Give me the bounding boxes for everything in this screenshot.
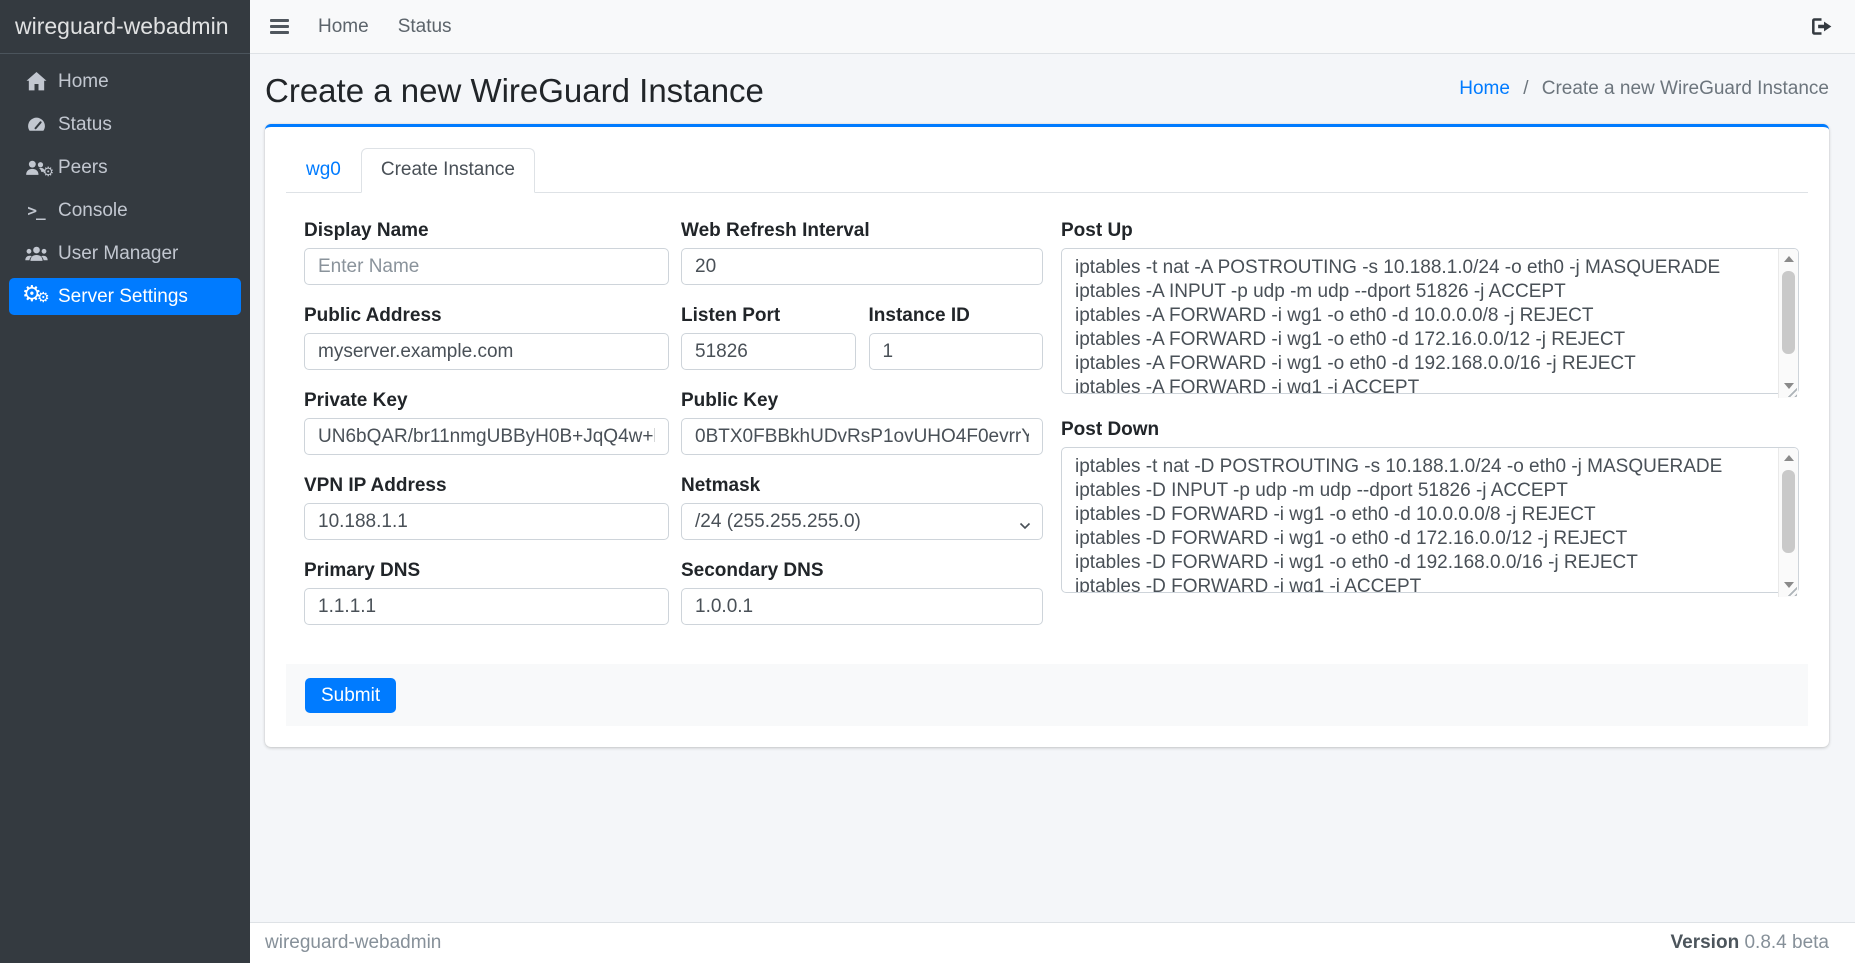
private-key-input[interactable] <box>304 418 669 455</box>
sidebar-item-peers[interactable]: ⚙ Peers <box>9 149 241 186</box>
content-header: Create a new WireGuard Instance Home / C… <box>265 71 1829 111</box>
post-down-scrollbar[interactable] <box>1778 448 1798 597</box>
breadcrumb-home-link[interactable]: Home <box>1459 78 1510 99</box>
top-navbar: Home Status <box>250 0 1855 54</box>
public-address-label: Public Address <box>304 304 669 327</box>
post-down-label: Post Down <box>1061 418 1799 441</box>
cogs-icon: ⚙⚙ <box>17 284 55 310</box>
page-footer: wireguard-webadmin Version 0.8.4 beta <box>250 922 1855 963</box>
netmask-select[interactable]: /24 (255.255.255.0) <box>681 503 1043 540</box>
listen-port-input[interactable] <box>681 333 856 370</box>
sidebar-item-label: Console <box>58 200 128 222</box>
form-column-1: Display Name Public Address Private Key … <box>304 219 669 644</box>
sidebar-item-label: Server Settings <box>58 286 188 308</box>
netmask-label: Netmask <box>681 474 1043 497</box>
sidebar-item-home[interactable]: Home <box>9 63 241 100</box>
gear-glyph: ⚙ <box>42 164 54 180</box>
sidebar-item-server-settings[interactable]: ⚙⚙ Server Settings <box>9 278 241 315</box>
breadcrumb-separator: / <box>1523 78 1528 99</box>
primary-dns-label: Primary DNS <box>304 559 669 582</box>
public-key-label: Public Key <box>681 389 1043 412</box>
terminal-icon: >_ <box>17 201 55 220</box>
scroll-down-icon <box>1784 383 1794 389</box>
scrollbar-thumb <box>1782 470 1795 553</box>
display-name-input[interactable] <box>304 248 669 285</box>
users-icon <box>17 245 55 262</box>
sign-out-icon[interactable] <box>1811 17 1832 36</box>
post-down-textarea[interactable]: iptables -t nat -D POSTROUTING -s 10.188… <box>1061 447 1799 593</box>
form-footer: Submit <box>286 664 1808 726</box>
post-up-scrollbar[interactable] <box>1778 249 1798 398</box>
gauge-icon <box>17 114 55 135</box>
footer-brand: wireguard-webadmin <box>265 932 441 954</box>
post-up-textarea[interactable]: iptables -t nat -A POSTROUTING -s 10.188… <box>1061 248 1799 394</box>
public-key-input[interactable] <box>681 418 1043 455</box>
sidebar-item-label: User Manager <box>58 243 178 265</box>
web-refresh-interval-label: Web Refresh Interval <box>681 219 1043 242</box>
brand-link[interactable]: wireguard-webadmin <box>0 0 250 54</box>
instance-card: wg0 Create Instance Display Name Public … <box>265 124 1829 747</box>
public-address-input[interactable] <box>304 333 669 370</box>
hamburger-icon[interactable] <box>270 19 289 34</box>
scrollbar-thumb <box>1782 271 1795 354</box>
sidebar-menu: Home Status ⚙ Peers >_ Console User M <box>0 54 250 330</box>
web-refresh-interval-input[interactable] <box>681 248 1043 285</box>
instance-form: Display Name Public Address Private Key … <box>286 193 1808 644</box>
instance-id-input[interactable] <box>869 333 1044 370</box>
breadcrumb-current: Create a new WireGuard Instance <box>1542 78 1829 99</box>
users-gear-icon: ⚙ <box>17 159 55 176</box>
instance-id-label: Instance ID <box>869 304 1044 327</box>
topnav-link-home[interactable]: Home <box>318 16 369 38</box>
main-content: Create a new WireGuard Instance Home / C… <box>250 54 1855 922</box>
sidebar-item-label: Peers <box>58 157 108 179</box>
page-title: Create a new WireGuard Instance <box>265 71 764 111</box>
display-name-label: Display Name <box>304 219 669 242</box>
breadcrumb: Home / Create a new WireGuard Instance <box>1459 75 1829 102</box>
sidebar-item-label: Status <box>58 114 112 136</box>
version-value: 0.8.4 beta <box>1744 932 1829 953</box>
scroll-up-icon <box>1784 256 1794 262</box>
post-up-label: Post Up <box>1061 219 1799 242</box>
scroll-down-icon <box>1784 582 1794 588</box>
primary-dns-input[interactable] <box>304 588 669 625</box>
version-label: Version <box>1671 932 1740 953</box>
sidebar-item-user-manager[interactable]: User Manager <box>9 235 241 272</box>
sidebar-item-status[interactable]: Status <box>9 106 241 143</box>
form-column-3: Post Up iptables -t nat -A POSTROUTING -… <box>1055 219 1799 644</box>
home-icon <box>17 72 55 91</box>
sidebar: wireguard-webadmin Home Status ⚙ Peers >… <box>0 0 250 963</box>
topnav-link-status[interactable]: Status <box>398 16 452 38</box>
version-text: Version 0.8.4 beta <box>1671 932 1829 954</box>
submit-button[interactable]: Submit <box>305 678 396 713</box>
secondary-dns-input[interactable] <box>681 588 1043 625</box>
instance-tabs: wg0 Create Instance <box>286 148 1808 193</box>
private-key-label: Private Key <box>304 389 669 412</box>
scroll-up-icon <box>1784 455 1794 461</box>
sidebar-item-label: Home <box>58 71 109 93</box>
vpn-ip-label: VPN IP Address <box>304 474 669 497</box>
listen-port-label: Listen Port <box>681 304 856 327</box>
form-column-2: Web Refresh Interval Listen Port Instanc… <box>681 219 1043 644</box>
tab-wg0[interactable]: wg0 <box>286 148 361 192</box>
vpn-ip-input[interactable] <box>304 503 669 540</box>
tab-create-instance[interactable]: Create Instance <box>361 148 535 193</box>
card-body: wg0 Create Instance Display Name Public … <box>265 127 1829 747</box>
sidebar-item-console[interactable]: >_ Console <box>9 192 241 229</box>
secondary-dns-label: Secondary DNS <box>681 559 1043 582</box>
